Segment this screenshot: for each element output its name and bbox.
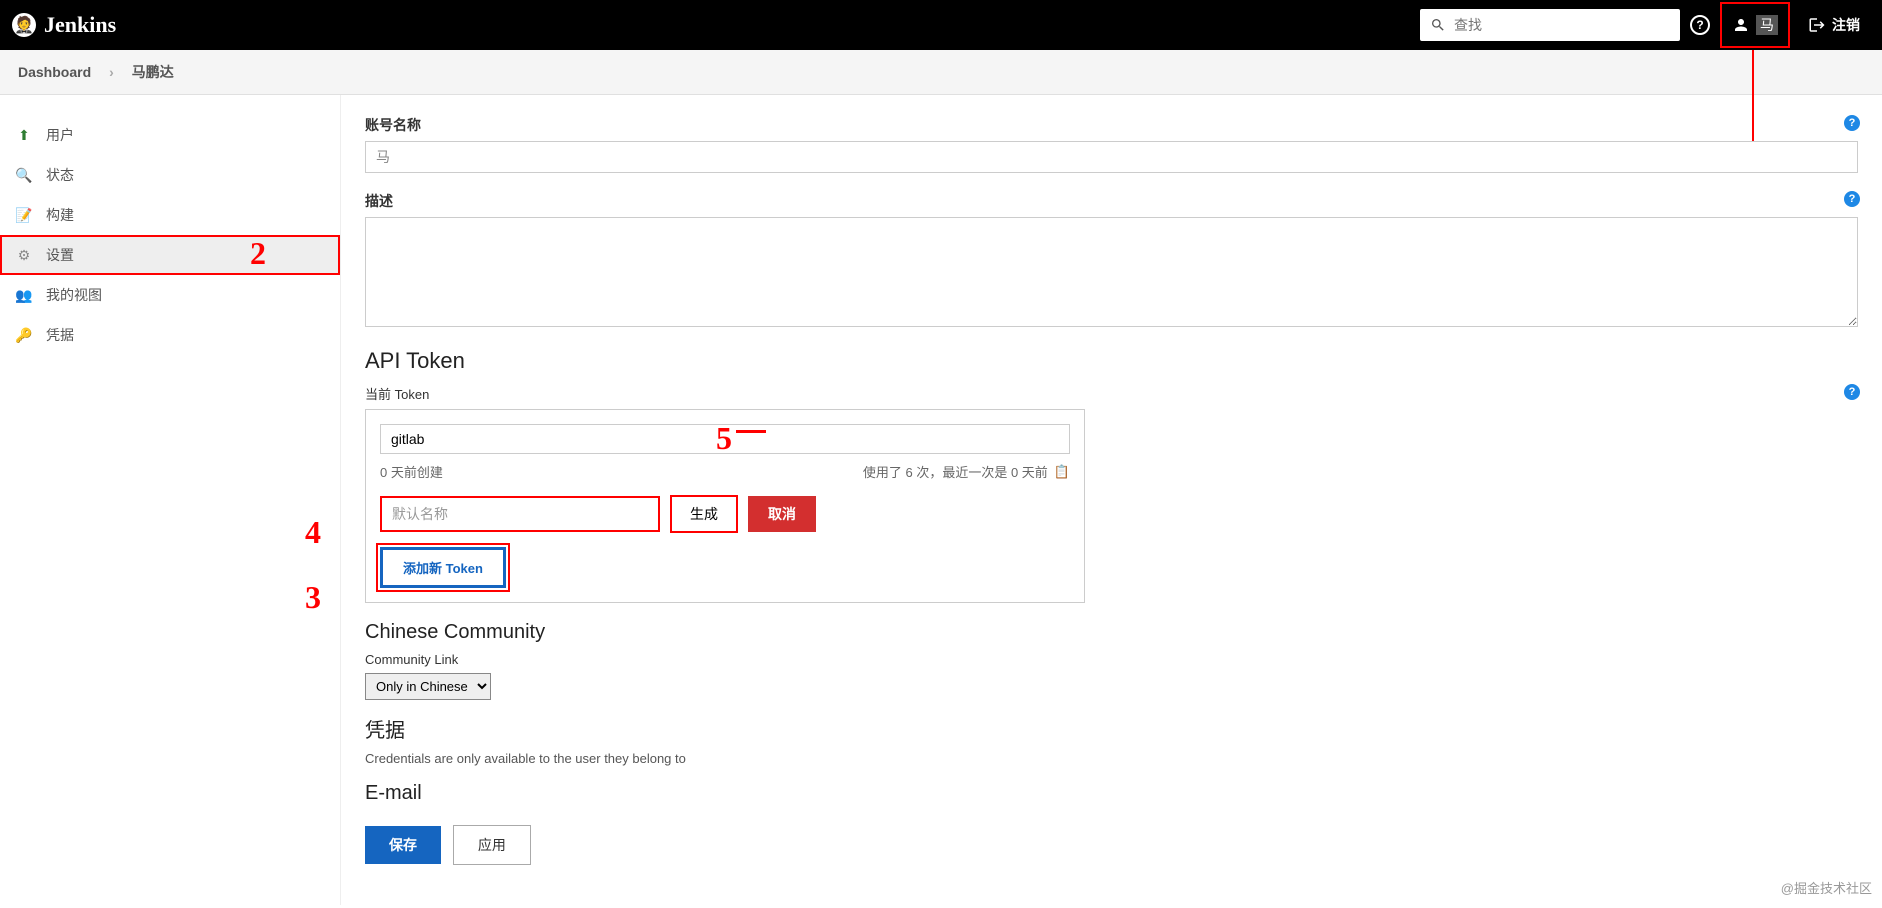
notepad-icon: 📝 [14, 205, 34, 225]
sidebar-item-builds[interactable]: 📝 构建 [0, 195, 340, 235]
new-token-name-input[interactable] [380, 496, 660, 532]
existing-token-name-input[interactable] [380, 424, 1070, 454]
user-up-icon: ⬆ [14, 125, 34, 145]
generate-token-button[interactable]: 生成 [670, 495, 738, 533]
sidebar-item-configure[interactable]: ⚙ 设置 [0, 235, 340, 275]
sidebar-item-credentials[interactable]: 🔑 凭据 [0, 315, 340, 355]
sidebar-item-label: 设置 [46, 245, 74, 265]
user-icon [1732, 16, 1750, 34]
user-name: 马 [1756, 15, 1778, 35]
breadcrumb-separator-icon: › [109, 64, 114, 80]
watermark: @掘金技术社区 [1781, 878, 1872, 897]
token-created-text: 0 天前创建 [380, 462, 443, 481]
help-icon[interactable]: ? [1844, 191, 1860, 207]
description-textarea[interactable] [365, 217, 1858, 327]
sidebar-item-label: 用户 [46, 125, 74, 145]
sidebar-item-status[interactable]: 🔍 状态 [0, 155, 340, 195]
token-usage-text: 使用了 6 次，最近一次是 0 天前 [863, 462, 1048, 481]
logout-icon [1808, 16, 1826, 34]
user-menu[interactable]: 马 [1720, 2, 1790, 48]
cancel-token-button[interactable]: 取消 [748, 496, 816, 532]
account-name-label: 账号名称 [365, 115, 1858, 135]
jenkins-logo-icon: 🤵 [12, 13, 36, 37]
current-token-label: 当前 Token [365, 384, 1858, 403]
help-icon[interactable]: ? [1844, 384, 1860, 400]
token-container: 0 天前创建 使用了 6 次，最近一次是 0 天前 📋 生成 取消 添加新 To… [365, 409, 1085, 603]
revoke-token-icon[interactable]: 📋 [1054, 464, 1070, 480]
breadcrumb: Dashboard › 马鹏达 [0, 50, 1882, 95]
account-name-input[interactable] [365, 141, 1858, 173]
help-button[interactable]: ? [1690, 15, 1710, 35]
community-link-label: Community Link [365, 652, 1858, 667]
chinese-community-heading: Chinese Community [365, 621, 1858, 644]
community-link-select[interactable]: Only in Chinese [365, 673, 491, 700]
people-icon: 👥 [14, 285, 34, 305]
logo-text: Jenkins [44, 12, 116, 38]
api-token-heading: API Token [365, 348, 1858, 374]
description-label: 描述 [365, 191, 1858, 211]
help-icon: ? [1690, 15, 1710, 35]
sidebar-item-user[interactable]: ⬆ 用户 [0, 115, 340, 155]
apply-button[interactable]: 应用 [453, 825, 531, 865]
token-meta: 0 天前创建 使用了 6 次，最近一次是 0 天前 📋 [380, 462, 1070, 481]
help-icon[interactable]: ? [1844, 115, 1860, 131]
top-header: 🤵 Jenkins ? 马 注销 [0, 0, 1882, 50]
logo[interactable]: 🤵 Jenkins [12, 12, 116, 38]
sidebar-item-label: 状态 [46, 165, 74, 185]
search-input[interactable] [1454, 17, 1670, 33]
logout-label: 注销 [1832, 15, 1860, 35]
add-new-token-button[interactable]: 添加新 Token [380, 547, 506, 588]
magnifier-icon: 🔍 [14, 165, 34, 185]
sidebar-item-myviews[interactable]: 👥 我的视图 [0, 275, 340, 315]
sidebar-item-label: 构建 [46, 205, 74, 225]
credentials-description: Credentials are only available to the us… [365, 751, 1858, 766]
breadcrumb-user[interactable]: 马鹏达 [132, 62, 174, 82]
breadcrumb-dashboard[interactable]: Dashboard [18, 64, 91, 80]
email-heading: E-mail [365, 782, 1858, 805]
sidebar-item-label: 我的视图 [46, 285, 102, 305]
sidebar-item-label: 凭据 [46, 325, 74, 345]
search-icon [1430, 17, 1446, 33]
logout-button[interactable]: 注销 [1798, 15, 1870, 35]
sidebar: ⬆ 用户 🔍 状态 📝 构建 ⚙ 设置 👥 我的视图 🔑 凭据 2 [0, 95, 340, 905]
gear-icon: ⚙ [14, 245, 34, 265]
save-button[interactable]: 保存 [365, 826, 441, 864]
search-box[interactable] [1420, 9, 1680, 41]
key-icon: 🔑 [14, 325, 34, 345]
credentials-heading: 凭据 [365, 714, 1858, 743]
main-content: 账号名称 ? 描述 ? API Token 当前 Token ? 0 天前创建 … [340, 95, 1882, 905]
